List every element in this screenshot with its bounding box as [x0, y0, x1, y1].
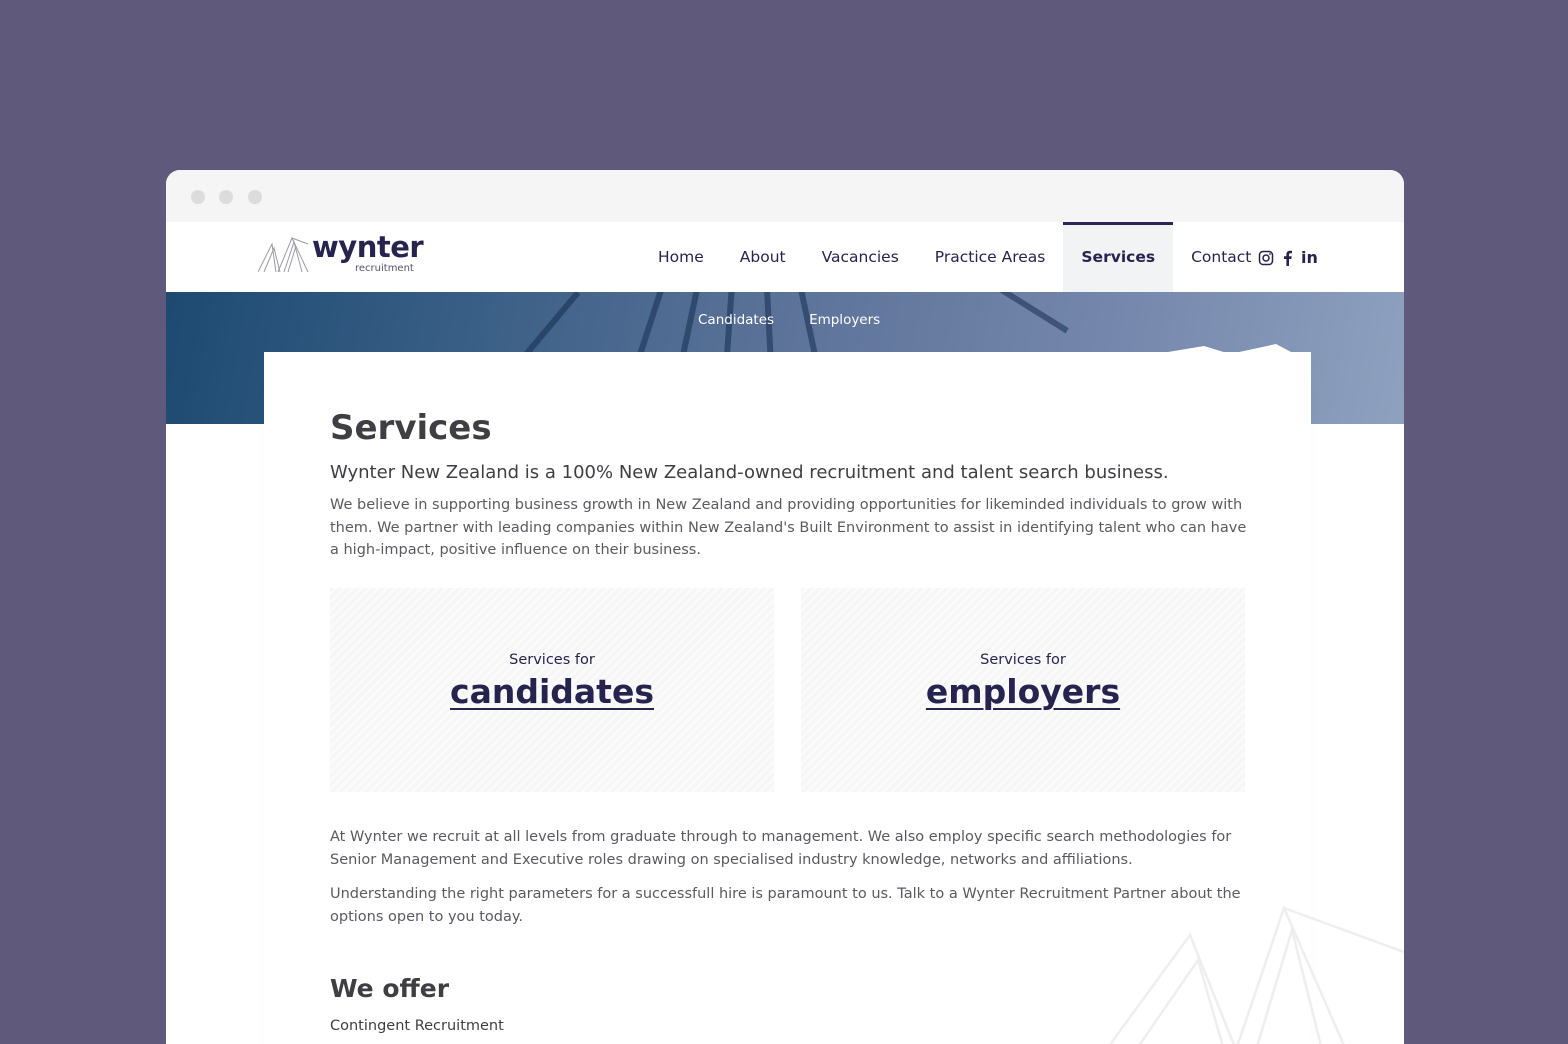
nav-home[interactable]: Home: [640, 222, 722, 292]
facebook-icon[interactable]: [1283, 250, 1292, 266]
subnav-employers[interactable]: Employers: [809, 312, 880, 328]
mountain-watermark-icon: [1108, 904, 1404, 1044]
main-navigation: Home About Vacancies Practice Areas Serv…: [640, 222, 1269, 292]
offer-heading: We offer: [330, 974, 450, 1003]
window-dot-minimize[interactable]: [219, 190, 233, 204]
brand-name: wynter: [312, 230, 424, 264]
levels-paragraph: At Wynter we recruit at all levels from …: [330, 829, 1232, 868]
card-kicker: Services for: [980, 652, 1066, 668]
brand-logo[interactable]: wynter recruitment: [258, 230, 424, 276]
linkedin-icon[interactable]: in: [1301, 250, 1318, 266]
hero-building-stripe: [989, 292, 1069, 334]
instagram-icon[interactable]: [1258, 250, 1274, 266]
mountain-logo-icon: [258, 236, 309, 273]
window-dot-maximize[interactable]: [248, 190, 262, 204]
nav-practice-areas[interactable]: Practice Areas: [917, 222, 1064, 292]
nav-contact[interactable]: Contact: [1173, 222, 1269, 292]
social-links: in: [1258, 250, 1318, 266]
window-dot-close[interactable]: [191, 190, 205, 204]
card-torn-edge: [1156, 344, 1311, 366]
card-kicker: Services for: [509, 652, 595, 668]
subnav-candidates[interactable]: Candidates: [698, 312, 774, 328]
card-title: candidates: [330, 672, 774, 711]
browser-window: Candidates Employers wynter recruitment …: [166, 170, 1404, 1044]
lead-text: Wynter New Zealand is a 100% New Zealand…: [330, 462, 1169, 483]
offer-item: Contingent Recruitment: [330, 1018, 504, 1034]
employers-link[interactable]: employers: [926, 672, 1120, 711]
browser-chrome: [166, 170, 1404, 222]
intro-paragraph: We believe in supporting business growth…: [330, 497, 1247, 558]
brand-tagline: recruitment: [355, 263, 414, 274]
nav-about[interactable]: About: [722, 222, 804, 292]
nav-vacancies[interactable]: Vacancies: [804, 222, 917, 292]
nav-services[interactable]: Services: [1063, 222, 1174, 292]
page-title: Services: [330, 408, 492, 448]
candidates-link[interactable]: candidates: [450, 672, 654, 711]
site-header: wynter recruitment Home About Vacancies …: [166, 222, 1404, 292]
employers-service-card[interactable]: Services for employers: [801, 588, 1245, 792]
card-title: employers: [801, 672, 1245, 711]
candidates-service-card[interactable]: Services for candidates: [330, 588, 774, 792]
sub-navigation: Candidates Employers: [698, 312, 880, 328]
